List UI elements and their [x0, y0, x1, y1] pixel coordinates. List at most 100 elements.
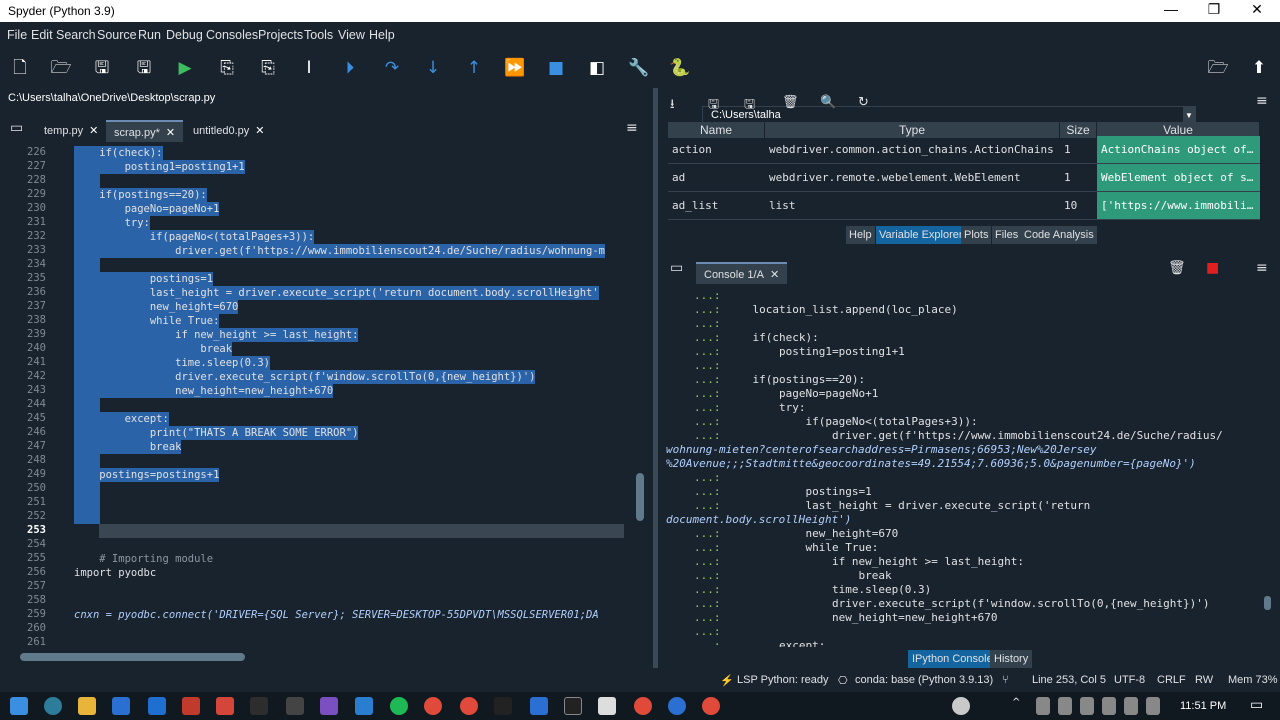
code-line[interactable]: try: [74, 216, 150, 230]
variable-value[interactable]: ActionChains object of… [1097, 136, 1260, 164]
app-icon[interactable] [494, 697, 512, 715]
conda-status[interactable]: conda: base (Python 3.9.13) [855, 674, 993, 686]
menu-tools[interactable]: Tools [304, 28, 333, 42]
tab-console-1a[interactable]: Console 1/A ✕ [696, 262, 788, 284]
code-line[interactable] [74, 258, 100, 272]
stop-kernel-icon[interactable]: ■ [1206, 260, 1219, 276]
wifi-icon[interactable] [1058, 697, 1072, 715]
variable-size[interactable]: 1 [1060, 136, 1097, 164]
parent-directory-icon[interactable]: ⬆ [1248, 57, 1270, 79]
close-tab-icon[interactable]: ✕ [166, 127, 175, 139]
file-explorer-icon[interactable] [78, 697, 96, 715]
save-icon[interactable]: 🖫 [91, 57, 113, 79]
save-data-icon[interactable]: 🖫 [708, 95, 719, 117]
variable-type[interactable]: list [765, 192, 1060, 220]
code-line[interactable]: break [74, 440, 182, 454]
editor-horizontal-scrollbar[interactable] [4, 650, 634, 664]
app-icon[interactable] [216, 697, 234, 715]
ipython-console[interactable]: ...:...: location_list.append(loc_place)… [660, 287, 1260, 647]
code-line[interactable]: driver.get(f'https://www.immobilienscout… [74, 244, 606, 258]
console-output-line[interactable]: document.body.scrollHeight') [666, 513, 851, 527]
continue-icon[interactable]: ⏩ [504, 57, 526, 79]
weather-icon[interactable] [952, 697, 970, 715]
code-line[interactable] [74, 510, 100, 524]
code-area[interactable]: if(check): posting1=posting1+1 if(postin… [74, 145, 624, 650]
scroll-thumb[interactable] [636, 473, 644, 521]
tab-scrap[interactable]: scrap.py* ✕ [106, 120, 184, 142]
close-button[interactable]: ✕ [1246, 1, 1268, 18]
menu-consoles[interactable]: Consoles [206, 28, 258, 42]
terminal-icon[interactable] [250, 697, 268, 715]
tab-files[interactable]: Files [992, 226, 1022, 244]
import-data-icon[interactable]: ⭳ [670, 95, 675, 117]
chrome-icon[interactable] [460, 697, 478, 715]
code-line[interactable]: last_height = driver.execute_script('ret… [74, 286, 599, 300]
menu-edit[interactable]: Edit [31, 28, 53, 42]
console-output-line[interactable]: posting1=posting1+1 [726, 345, 905, 359]
system-clock[interactable]: 11:51 PM [1180, 700, 1226, 712]
onenote-icon[interactable] [320, 697, 338, 715]
menu-file[interactable]: File [7, 28, 27, 42]
options-menu-icon[interactable]: ≡ [1256, 93, 1268, 109]
scroll-thumb[interactable] [1264, 596, 1271, 610]
menu-debug[interactable]: Debug [166, 28, 203, 42]
variable-value[interactable]: WebElement object of s… [1097, 164, 1260, 192]
store-icon[interactable] [112, 697, 130, 715]
app-icon[interactable] [668, 697, 686, 715]
console-output-line[interactable]: while True: [726, 541, 878, 555]
console-output-line[interactable]: location_list.append(loc_place) [726, 303, 957, 317]
network-icon[interactable] [1036, 697, 1050, 715]
tab-variable-explorer[interactable]: Variable Explorer [876, 226, 966, 244]
run-selection-icon[interactable]: I [298, 57, 320, 79]
code-line[interactable]: posting1=posting1+1 [74, 160, 245, 174]
variable-type[interactable]: webdriver.remote.webelement.WebElement [765, 164, 1060, 192]
tab-untitled0[interactable]: untitled0.py ✕ [185, 120, 272, 142]
console-output-line[interactable]: driver.execute_script(f'window.scrollTo(… [726, 597, 1210, 611]
step-into-icon[interactable]: ↓ [422, 57, 444, 79]
tray-arrow-icon[interactable]: ^ [1012, 697, 1026, 715]
maximize-button[interactable]: ❐ [1203, 1, 1225, 18]
console-output-line[interactable]: new_height=new_height+670 [726, 611, 998, 625]
spyder-icon[interactable] [598, 697, 616, 715]
code-line[interactable]: except: [74, 412, 169, 426]
tab-help[interactable]: Help [846, 226, 875, 244]
editor-vertical-scrollbar[interactable] [634, 145, 646, 650]
tab-history[interactable]: History [990, 650, 1033, 668]
stop-debug-icon[interactable]: ■ [545, 57, 567, 79]
mail-icon[interactable] [148, 697, 166, 715]
code-line[interactable]: time.sleep(0.3) [74, 356, 270, 370]
language-icon[interactable] [1124, 697, 1138, 715]
console-output-line[interactable]: except: [726, 639, 825, 647]
code-line[interactable]: driver.execute_script(f'window.scrollTo(… [74, 370, 536, 384]
menu-projects[interactable]: Projects [258, 28, 303, 42]
code-line[interactable]: if new_height >= last_height: [74, 328, 359, 342]
tray-icon[interactable] [1146, 697, 1160, 715]
browse-tabs-icon[interactable]: ▭ [10, 120, 23, 136]
console-output-line[interactable]: if(check): [726, 331, 818, 345]
variable-size[interactable]: 1 [1060, 164, 1097, 192]
tab-plots[interactable]: Plots [961, 226, 992, 244]
console-output-line[interactable]: new_height=670 [726, 527, 898, 541]
code-line[interactable]: break [74, 342, 233, 356]
app-icon[interactable] [286, 697, 304, 715]
app-icon[interactable] [530, 697, 548, 715]
code-line[interactable]: if(check): [74, 146, 163, 160]
code-line[interactable] [74, 174, 100, 188]
minimize-button[interactable]: — [1160, 1, 1182, 17]
command-prompt-icon[interactable] [564, 697, 582, 715]
menu-search[interactable]: Search [56, 28, 96, 42]
variable-name[interactable]: action [668, 136, 765, 164]
windows-start-icon[interactable] [10, 697, 28, 715]
code-line[interactable]: while True: [74, 314, 220, 328]
code-line[interactable]: if(postings==20): [74, 188, 207, 202]
code-line[interactable] [74, 482, 100, 496]
run-cell-advance-icon[interactable]: ⎘ [257, 57, 279, 79]
battery-icon[interactable] [1102, 697, 1116, 715]
code-line[interactable] [74, 398, 100, 412]
code-line[interactable]: pageNo=pageNo+1 [74, 202, 220, 216]
maximize-pane-icon[interactable]: ◧ [586, 57, 608, 79]
variable-type[interactable]: webdriver.common.action_chains.ActionCha… [765, 136, 1060, 164]
console-output-line[interactable]: pageNo=pageNo+1 [726, 387, 878, 401]
open-folder-icon[interactable]: 🗁 [50, 57, 72, 79]
menu-help[interactable]: Help [369, 28, 395, 42]
